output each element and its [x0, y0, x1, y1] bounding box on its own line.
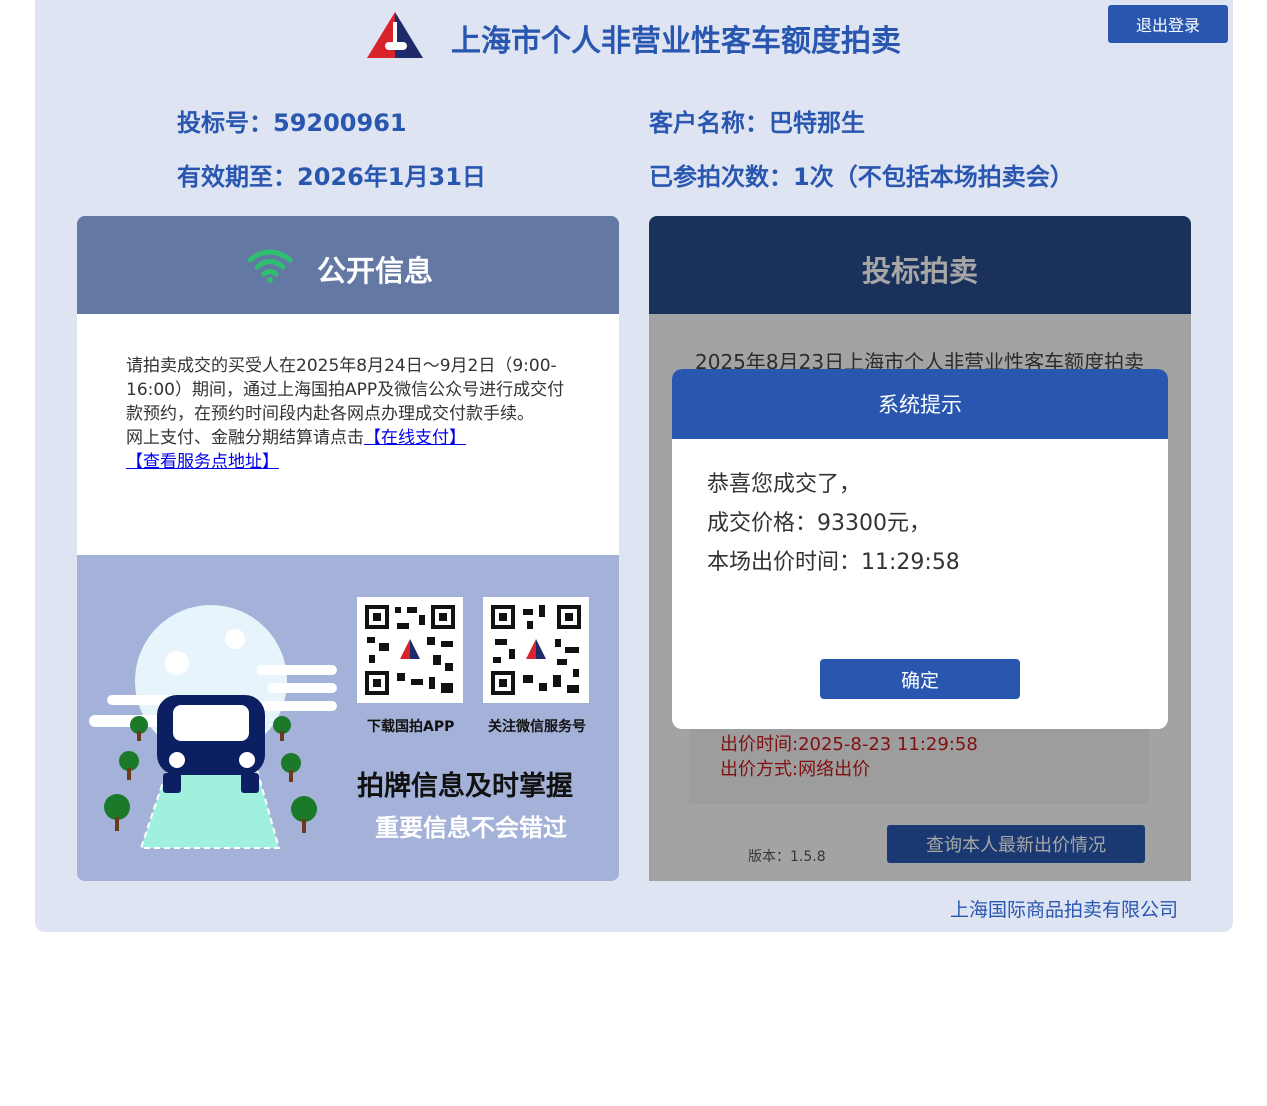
public-info-text: 请拍卖成交的买受人在2025年8月24日～9月2日（9:00-16:00）期间，…	[126, 354, 571, 474]
slogan-sub: 重要信息不会错过	[375, 814, 567, 842]
customer-name: 客户名称：巴特那生	[649, 109, 865, 137]
qr-wechat-label: 关注微信服务号	[488, 719, 586, 735]
slogan-main: 拍牌信息及时掌握	[357, 771, 573, 802]
participation-count: 已参拍次数：1次（不包括本场拍卖会）	[649, 163, 1074, 191]
qr-code-wechat[interactable]	[483, 597, 589, 703]
wifi-icon	[247, 249, 293, 283]
online-pay-prefix: 网上支付、金融分期结算请点击	[126, 428, 364, 448]
public-info-title: 公开信息	[317, 254, 434, 288]
qr-code-app[interactable]	[357, 597, 463, 703]
public-info-panel: 公开信息 请拍卖成交的买受人在2025年8月24日～9月2日（9:00-16:0…	[77, 216, 619, 881]
valid-until: 有效期至：2026年1月31日	[177, 163, 486, 191]
public-info-body: 请拍卖成交的买受人在2025年8月24日～9月2日（9:00-16:00）期间，…	[77, 314, 619, 555]
dialog-title: 系统提示	[672, 369, 1168, 439]
car-illustration	[89, 605, 337, 849]
system-prompt-dialog: 系统提示 恭喜您成交了， 成交价格：93300元， 本场出价时间：11:29:5…	[672, 369, 1168, 729]
online-pay-link[interactable]: 【在线支付】	[364, 428, 466, 448]
payment-notice: 请拍卖成交的买受人在2025年8月24日～9月2日（9:00-16:00）期间，…	[126, 356, 565, 424]
dialog-congrats: 恭喜您成交了，	[707, 472, 862, 497]
service-address-link[interactable]: 【查看服务点地址】	[126, 452, 279, 472]
footer-company: 上海国际商品拍卖有限公司	[950, 899, 1179, 921]
dialog-ok-button[interactable]: 确定	[820, 659, 1020, 699]
site-title: 上海市个人非营业性客车额度拍卖	[451, 24, 901, 59]
logout-button[interactable]: 退出登录	[1108, 5, 1228, 43]
auction-logo-icon	[367, 12, 423, 58]
public-info-header: 公开信息	[77, 216, 619, 314]
qr-app-label: 下载国拍APP	[367, 719, 455, 735]
bid-number: 投标号：59200961	[177, 109, 407, 137]
dialog-price: 成交价格：93300元，	[707, 511, 931, 536]
dialog-bid-time: 本场出价时间：11:29:58	[707, 550, 960, 575]
